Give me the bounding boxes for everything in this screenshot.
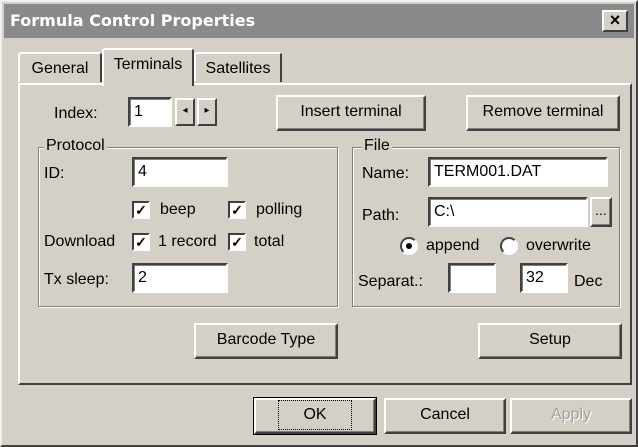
beep-label: beep xyxy=(160,201,196,218)
name-label: Name: xyxy=(362,165,410,182)
setup-label: Setup xyxy=(529,331,571,348)
remove-terminal-label: Remove terminal xyxy=(482,103,604,120)
title-bar[interactable]: Formula Control Properties × xyxy=(4,4,634,38)
path-label: Path: xyxy=(362,207,400,224)
ok-label: OK xyxy=(278,400,352,430)
tab-satellites[interactable]: Satellites xyxy=(194,52,282,82)
id-label: ID: xyxy=(44,165,65,182)
barcode-type-button[interactable]: Barcode Type xyxy=(194,323,338,359)
apply-button[interactable]: Apply xyxy=(510,398,632,434)
id-value: 4 xyxy=(138,163,147,180)
overwrite-radio[interactable] xyxy=(500,237,518,255)
remove-terminal-button[interactable]: Remove terminal xyxy=(466,95,620,131)
total-label: total xyxy=(254,233,285,250)
path-field[interactable]: C:\ xyxy=(428,197,588,227)
ok-button[interactable]: OK xyxy=(253,397,377,435)
polling-checkbox[interactable]: ✓ xyxy=(228,201,246,219)
file-group-label: File xyxy=(362,137,392,155)
tab-general[interactable]: General xyxy=(18,52,102,82)
append-label: append xyxy=(426,237,480,254)
separator-code-value: 32 xyxy=(526,269,544,286)
polling-label: polling xyxy=(256,201,303,218)
one-record-checkbox[interactable]: ✓ xyxy=(132,233,150,251)
index-value: 1 xyxy=(134,103,143,120)
file-name-value: TERM001.DAT xyxy=(434,163,542,180)
index-prev-button[interactable]: ◂ xyxy=(175,98,195,126)
beep-checkbox[interactable]: ✓ xyxy=(132,201,150,219)
path-value: C:\ xyxy=(434,203,455,220)
browse-path-button[interactable]: ... xyxy=(590,197,612,227)
separator-char-field[interactable] xyxy=(448,263,496,293)
append-radio[interactable] xyxy=(400,237,418,255)
tab-satellites-label: Satellites xyxy=(205,60,271,77)
cancel-button[interactable]: Cancel xyxy=(384,398,506,434)
arrow-right-icon: ▸ xyxy=(204,105,210,116)
index-next-button[interactable]: ▸ xyxy=(197,98,217,126)
close-icon: × xyxy=(609,10,621,30)
tab-terminals[interactable]: Terminals xyxy=(102,48,194,86)
file-name-field[interactable]: TERM001.DAT xyxy=(428,157,608,187)
download-label: Download xyxy=(44,233,116,250)
close-button[interactable]: × xyxy=(602,10,628,32)
properties-dialog: Formula Control Properties × General Ter… xyxy=(0,0,638,447)
ellipsis-icon: ... xyxy=(595,202,607,218)
radio-selected-dot xyxy=(406,243,412,249)
tx-sleep-value: 2 xyxy=(138,269,147,286)
checkmark-icon: ✓ xyxy=(231,202,243,218)
cancel-label: Cancel xyxy=(420,406,470,423)
total-checkbox[interactable]: ✓ xyxy=(228,233,246,251)
tab-terminals-label: Terminals xyxy=(113,56,183,73)
checkmark-icon: ✓ xyxy=(135,202,147,218)
separator-unit-label: Dec xyxy=(574,273,603,290)
insert-terminal-label: Insert terminal xyxy=(300,103,402,120)
one-record-label: 1 record xyxy=(158,233,217,250)
insert-terminal-button[interactable]: Insert terminal xyxy=(276,95,426,131)
setup-button[interactable]: Setup xyxy=(478,323,622,359)
index-label: Index: xyxy=(54,105,98,122)
overwrite-label: overwrite xyxy=(526,237,591,254)
terminals-panel: Index: 1 ◂ ▸ Insert terminal Remove term… xyxy=(18,83,632,385)
tx-sleep-field[interactable]: 2 xyxy=(132,263,228,293)
separator-code-field[interactable]: 32 xyxy=(520,263,568,293)
protocol-group-label: Protocol xyxy=(44,137,107,155)
id-field[interactable]: 4 xyxy=(132,157,228,187)
window-title: Formula Control Properties xyxy=(10,11,256,30)
separator-label: Separat.: xyxy=(358,273,423,290)
tab-general-label: General xyxy=(31,60,89,77)
checkmark-icon: ✓ xyxy=(231,234,243,250)
barcode-type-label: Barcode Type xyxy=(216,331,316,348)
apply-label: Apply xyxy=(550,406,592,423)
checkmark-icon: ✓ xyxy=(135,234,147,250)
tx-sleep-label: Tx sleep: xyxy=(44,271,109,288)
index-field[interactable]: 1 xyxy=(128,97,172,127)
arrow-left-icon: ◂ xyxy=(182,105,188,116)
